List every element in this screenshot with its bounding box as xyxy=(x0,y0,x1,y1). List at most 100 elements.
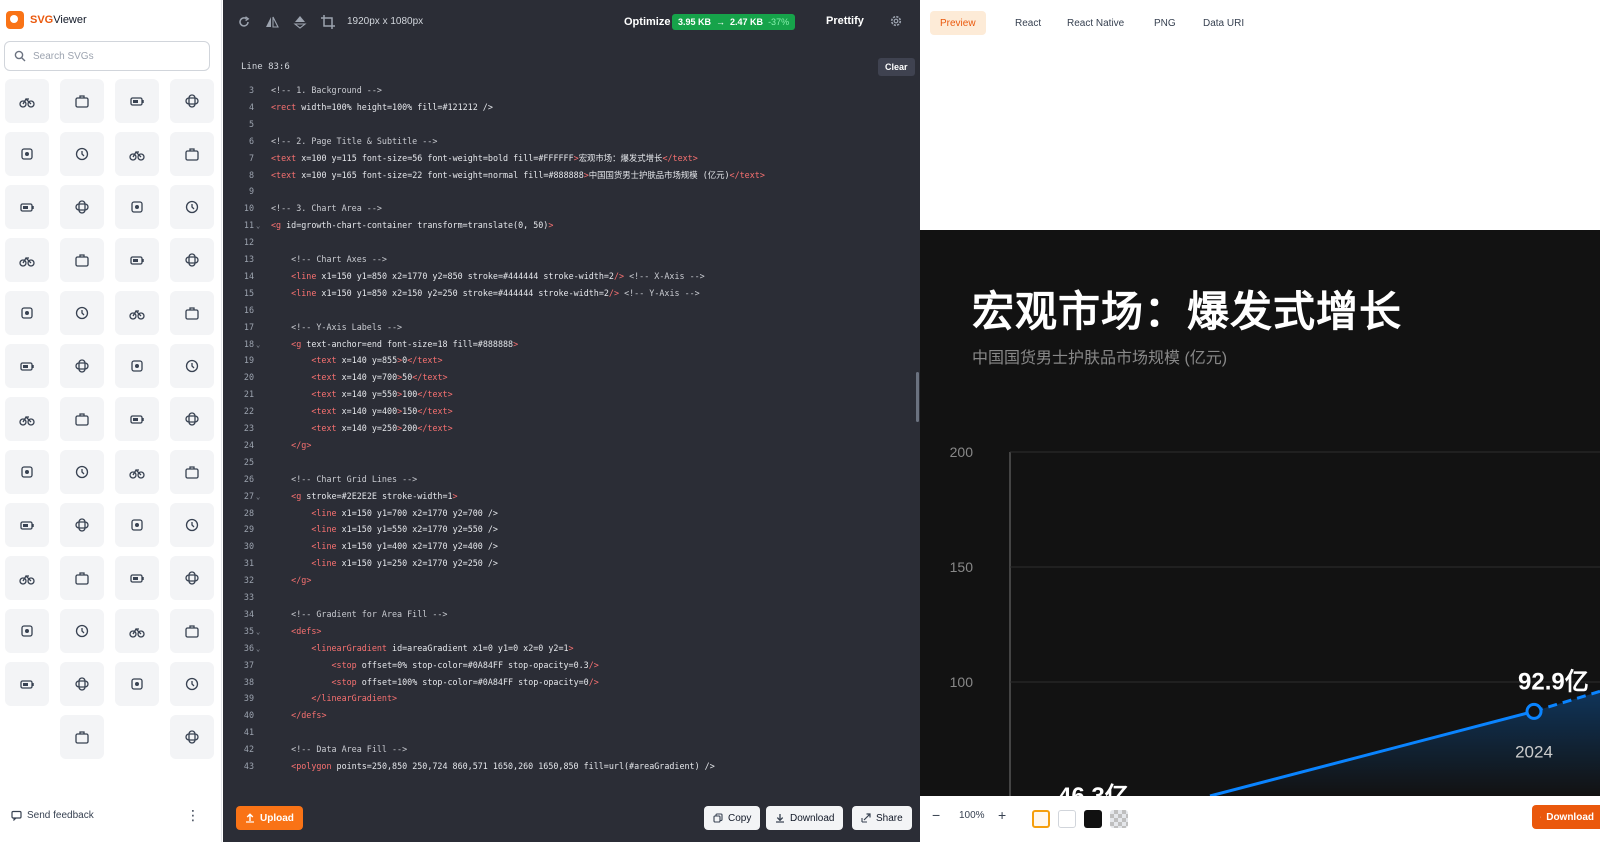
background-dark-swatch[interactable] xyxy=(1084,810,1102,828)
code-line: 35 ⌄ <defs> xyxy=(223,623,920,640)
icon-tile[interactable] xyxy=(5,556,49,600)
icon-tile[interactable] xyxy=(170,715,214,759)
fold-chevron-icon[interactable]: ⌄ xyxy=(256,337,260,354)
icon-tile[interactable] xyxy=(170,344,214,388)
rotate-icon[interactable] xyxy=(236,14,252,30)
editor-scrollbar[interactable] xyxy=(916,372,919,422)
prettify-button[interactable]: Prettify xyxy=(826,15,864,27)
data-label-partial: 46.3亿 xyxy=(1058,783,1129,796)
fold-chevron-icon[interactable]: ⌄ xyxy=(256,218,260,235)
icon-tile[interactable] xyxy=(60,291,104,335)
icon-tile[interactable] xyxy=(5,609,49,653)
more-options-icon[interactable]: ⋮ xyxy=(186,808,200,822)
icon-tile[interactable] xyxy=(60,556,104,600)
icon-tile[interactable] xyxy=(115,556,159,600)
icon-tile[interactable] xyxy=(60,344,104,388)
code-line: 20 <text x=140 y=700>50</text> xyxy=(223,369,920,386)
code-area[interactable]: 3 <!-- 1. Background --> 4 <rect width=100%… xyxy=(223,82,920,784)
icon-tile[interactable] xyxy=(170,291,214,335)
icon-tile[interactable] xyxy=(60,715,104,759)
search-input[interactable] xyxy=(33,50,193,62)
icon-grid xyxy=(5,79,217,759)
gear-icon[interactable] xyxy=(889,14,903,28)
icon-tile[interactable] xyxy=(60,397,104,441)
icon-tile[interactable] xyxy=(170,503,214,547)
icon-tile[interactable] xyxy=(60,79,104,123)
icon-tile[interactable] xyxy=(5,79,49,123)
background-white-swatch[interactable] xyxy=(1058,810,1076,828)
icon-tile[interactable] xyxy=(115,132,159,176)
icon-tile[interactable] xyxy=(60,238,104,282)
icon-tile[interactable] xyxy=(115,609,159,653)
line-code: <line x1=150 y1=550 x2=1770 y2=550 /> xyxy=(311,524,498,535)
icon-tile[interactable] xyxy=(115,79,159,123)
icon-tile[interactable] xyxy=(5,132,49,176)
icon-tile[interactable] xyxy=(170,450,214,494)
fold-chevron-icon[interactable]: ⌄ xyxy=(256,489,260,506)
icon-tile[interactable] xyxy=(115,450,159,494)
icon-tile[interactable] xyxy=(170,79,214,123)
tab-preview[interactable]: Preview xyxy=(930,11,986,35)
tab-png[interactable]: PNG xyxy=(1144,11,1186,35)
icon-tile[interactable] xyxy=(115,662,159,706)
flip-vertical-icon[interactable] xyxy=(292,14,308,30)
optimize-button[interactable]: Optimize xyxy=(624,16,670,28)
icon-tile[interactable] xyxy=(5,238,49,282)
brand-name: SVGViewer xyxy=(30,14,87,26)
zoom-in-button[interactable]: + xyxy=(998,807,1006,823)
icon-tile[interactable] xyxy=(60,450,104,494)
brand[interactable]: SVGViewer xyxy=(6,10,87,30)
icon-tile[interactable] xyxy=(115,397,159,441)
icon-tile[interactable] xyxy=(115,185,159,229)
icon-tile[interactable] xyxy=(5,397,49,441)
search-box[interactable] xyxy=(4,41,210,71)
flip-horizontal-icon[interactable] xyxy=(264,14,280,30)
icon-tile[interactable] xyxy=(115,238,159,282)
download-button[interactable]: Download xyxy=(766,806,844,830)
upload-button[interactable]: Upload xyxy=(236,806,303,830)
icon-tile[interactable] xyxy=(5,662,49,706)
trophy-icon xyxy=(185,200,199,214)
icon-tile[interactable] xyxy=(60,132,104,176)
background-transparent-swatch[interactable] xyxy=(1110,810,1128,828)
icon-tile[interactable] xyxy=(170,662,214,706)
icon-tile[interactable] xyxy=(170,238,214,282)
battery-low-icon xyxy=(130,256,144,265)
icon-tile[interactable] xyxy=(170,185,214,229)
fold-chevron-icon[interactable]: ⌄ xyxy=(256,624,260,641)
icon-tile[interactable] xyxy=(5,450,49,494)
icon-tile[interactable] xyxy=(115,291,159,335)
line-number: 18 xyxy=(243,338,254,349)
fold-chevron-icon[interactable]: ⌄ xyxy=(256,641,260,658)
icon-tile[interactable] xyxy=(5,291,49,335)
tab-react-native[interactable]: React Native xyxy=(1057,11,1134,35)
line-code: <linearGradient id=areaGradient x1=0 y1=… xyxy=(311,642,574,653)
icon-tile[interactable] xyxy=(115,503,159,547)
icon-tile[interactable] xyxy=(60,609,104,653)
clear-button[interactable]: Clear xyxy=(878,58,915,76)
arrow-right-icon: → xyxy=(716,17,726,27)
tab-data-uri[interactable]: Data URI xyxy=(1193,11,1254,35)
preview-download-button[interactable]: Download xyxy=(1532,805,1600,829)
icon-tile[interactable] xyxy=(60,503,104,547)
icon-tile[interactable] xyxy=(170,397,214,441)
bike-icon xyxy=(20,521,34,530)
tab-react[interactable]: React xyxy=(1005,11,1051,35)
send-feedback-link[interactable]: Send feedback xyxy=(11,810,94,821)
icon-tile[interactable] xyxy=(170,132,214,176)
crop-icon[interactable] xyxy=(320,14,336,30)
icon-tile[interactable] xyxy=(115,344,159,388)
icon-tile[interactable] xyxy=(60,662,104,706)
share-button[interactable]: Share xyxy=(852,806,912,830)
copy-button[interactable]: Copy xyxy=(704,806,761,830)
code-line: 27 ⌄ <g stroke=#2E2E2E stroke-width=1> xyxy=(223,488,920,505)
icon-tile[interactable] xyxy=(5,344,49,388)
icon-tile[interactable] xyxy=(5,503,49,547)
icon-tile[interactable] xyxy=(5,185,49,229)
icon-tile[interactable] xyxy=(170,556,214,600)
icon-tile[interactable] xyxy=(60,185,104,229)
icon-tile[interactable] xyxy=(170,609,214,653)
zoom-out-button[interactable]: − xyxy=(932,807,940,823)
code-line: 3 <!-- 1. Background --> xyxy=(223,82,920,99)
background-light-swatch[interactable] xyxy=(1032,810,1050,828)
